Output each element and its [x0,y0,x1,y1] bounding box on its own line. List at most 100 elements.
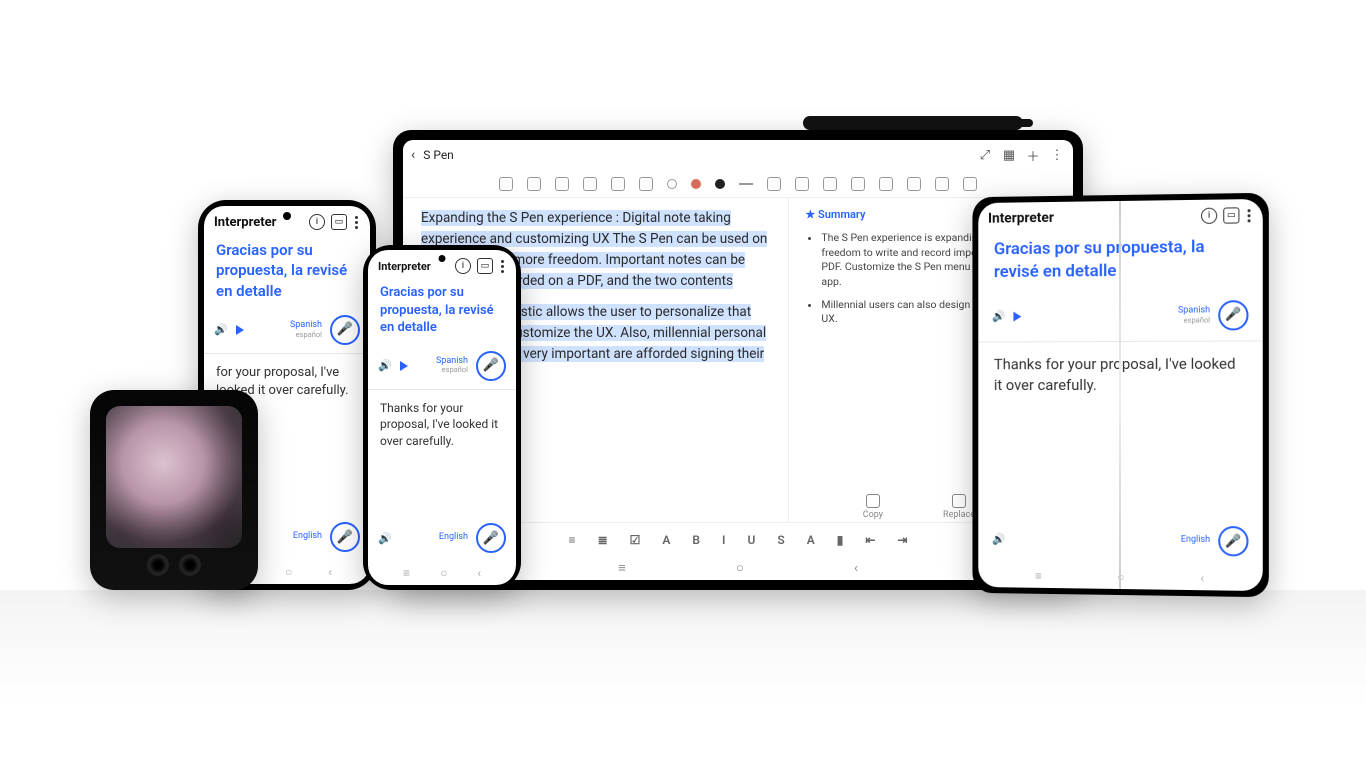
speaker-icon[interactable] [992,532,1005,545]
more-icon[interactable]: ⋮ [1049,147,1065,163]
nav-back-icon[interactable]: ‹ [1200,571,1204,585]
align-icon[interactable]: ≡ [569,533,576,547]
play-icon[interactable] [236,325,244,335]
text-color-icon[interactable]: A [807,533,815,547]
add-icon[interactable]: ＋ [1025,147,1041,163]
source-text: Gracias por su propuesta, la revisé en d… [368,278,516,347]
source-text: Gracias por su propuesta, la revisé en d… [978,227,1262,298]
front-camera-icon [283,212,291,220]
nav-recent-icon[interactable]: ≡ [1035,569,1042,583]
layout-icon[interactable]: ▭ [477,258,493,274]
tool-icon[interactable] [907,177,921,191]
layout-icon[interactable]: ▭ [331,214,347,230]
tool-icon[interactable] [527,177,541,191]
target-language-selector[interactable]: English [439,533,468,543]
source-language-selector[interactable]: Spanishespañol [290,321,322,339]
source-text: Gracias por su propuesta, la revisé en d… [204,234,370,311]
tablet-pen-toolbar [403,170,1073,198]
phone-nav-bar: ≡ ○ ‹ [368,561,516,585]
camera-lens-icon [147,554,169,576]
stroke-width-icon[interactable] [739,183,753,185]
speaker-icon[interactable] [992,310,1005,323]
tool-icon[interactable] [795,177,809,191]
nav-recent-icon[interactable]: ≡ [403,566,410,580]
replace-button[interactable]: Replace [943,494,975,530]
nav-recent-icon[interactable]: ≡ [618,560,626,576]
speaker-icon[interactable] [378,532,392,545]
fold-device: Interpreter i ▭ Gracias por su propuesta… [972,193,1268,598]
color-swatch-red[interactable] [691,179,701,189]
tool-icon[interactable] [767,177,781,191]
info-icon[interactable]: i [309,214,325,230]
font-icon[interactable]: A [662,533,670,547]
s-pen-stylus [803,116,1023,130]
expand-icon[interactable]: ⤢ [977,147,993,163]
app-title: Interpreter [378,260,449,273]
front-camera-icon [439,255,446,262]
tablet-title: S Pen [423,148,454,162]
fold-nav-bar: ≡ ○ ‹ [978,563,1262,591]
nav-back-icon[interactable]: ‹ [854,561,858,576]
source-language-selector[interactable]: Spanishespañol [1178,306,1210,324]
info-icon[interactable]: i [1201,208,1217,224]
speaker-icon[interactable] [214,323,228,336]
nav-home-icon[interactable]: ○ [285,565,292,579]
indent-icon[interactable]: ⇤ [865,533,875,547]
mic-button[interactable] [1218,300,1248,330]
more-icon[interactable] [1245,209,1252,222]
tool-icon[interactable] [583,177,597,191]
list-icon[interactable]: ≣ [598,533,608,547]
tool-icon[interactable] [823,177,837,191]
nav-back-icon[interactable]: ‹ [328,565,332,579]
tool-icon[interactable] [611,177,625,191]
app-title: Interpreter [988,208,1195,227]
play-icon[interactable] [400,361,408,371]
target-text: Thanks for your proposal, I've looked it… [978,341,1262,522]
phone-small: Interpreter i ▭ Gracias por su propuesta… [363,245,521,590]
tool-icon[interactable] [499,177,513,191]
tool-icon[interactable] [879,177,893,191]
speaker-icon[interactable] [378,359,392,372]
tool-icon[interactable] [851,177,865,191]
more-icon[interactable] [353,216,360,229]
mic-button[interactable] [330,315,360,345]
target-language-selector[interactable]: English [293,532,322,542]
nav-back-icon[interactable]: ‹ [477,566,481,580]
checklist-icon[interactable]: ☑ [630,533,641,547]
reflection-floor [0,590,1366,710]
tool-icon[interactable] [639,177,653,191]
mic-button[interactable] [330,522,360,552]
camera-lens-icon [179,554,201,576]
bold-icon[interactable]: B [692,533,700,547]
mic-button[interactable] [476,351,506,381]
italic-icon[interactable]: I [722,533,725,547]
flip-cameras [147,554,201,576]
back-icon[interactable]: ‹ [411,147,415,163]
underline-icon[interactable]: U [747,533,755,547]
copy-button[interactable]: Copy [863,494,883,530]
tablet-titlebar: ‹ S Pen ⤢ ▦ ＋ ⋮ [403,140,1073,170]
flip-cover-display [106,406,242,548]
grid-icon[interactable]: ▦ [1001,147,1017,163]
tool-icon[interactable] [555,177,569,191]
color-swatch[interactable] [667,179,677,189]
layout-icon[interactable]: ▭ [1223,207,1239,223]
color-swatch-black[interactable] [715,179,725,189]
target-language-selector[interactable]: English [1181,536,1210,546]
mic-button[interactable] [1218,526,1248,557]
nav-home-icon[interactable]: ○ [1117,570,1124,584]
play-icon[interactable] [1013,311,1021,321]
target-text: Thanks for your proposal, I've looked it… [368,390,516,519]
more-icon[interactable] [499,260,506,273]
nav-home-icon[interactable]: ○ [736,560,744,576]
tool-icon[interactable] [963,177,977,191]
outdent-icon[interactable]: ⇥ [897,533,907,547]
flip-phone [90,390,258,590]
strike-icon[interactable]: S [777,533,784,547]
mic-button[interactable] [476,523,506,553]
info-icon[interactable]: i [455,258,471,274]
nav-home-icon[interactable]: ○ [440,566,447,580]
source-language-selector[interactable]: Spanishespañol [436,357,468,375]
tool-icon[interactable] [935,177,949,191]
highlight-icon[interactable]: ▮ [837,533,844,547]
